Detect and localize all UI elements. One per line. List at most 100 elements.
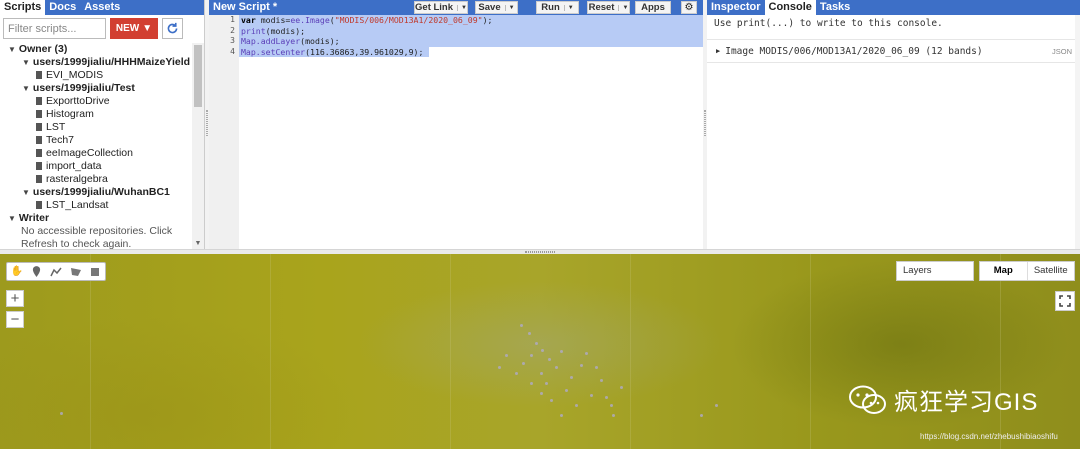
save-label: Save [478, 2, 501, 13]
json-link[interactable]: JSON [1052, 47, 1072, 56]
tree-file[interactable]: ExporttoDrive [0, 95, 192, 108]
hand-pan-icon[interactable]: ✋ [10, 265, 24, 279]
urban-pixel [515, 372, 518, 375]
fullscreen-icon [1059, 295, 1071, 307]
polygon-tool-icon[interactable] [69, 265, 83, 279]
tree-file-label: eeImageCollection [46, 147, 133, 159]
code-line-text: Map.setCenter(116.36863,39.961029,9); [241, 46, 424, 57]
tree-repo[interactable]: ▼ users/1999jialiu/HHHMaizeYield [0, 56, 192, 69]
line-tool-icon[interactable] [49, 265, 63, 279]
tree-file[interactable]: EVI_MODIS [0, 69, 192, 82]
scroll-down-arrow-icon[interactable]: ▼ [192, 240, 204, 247]
file-icon [36, 110, 42, 118]
console-output-row[interactable]: ▶ Image MODIS/006/MOD13A1/2020_06_09 (12… [707, 40, 1080, 62]
run-button[interactable]: Run ▼ [536, 1, 579, 14]
tab-inspector[interactable]: Inspector [707, 0, 765, 15]
line-number: 1 [230, 15, 235, 24]
urban-pixel [575, 404, 578, 407]
tree-file-label: EVI_MODIS [46, 69, 104, 81]
urban-pixel [548, 358, 551, 361]
code-editor-app: Scripts Docs Assets NEW ▼ ▼ Owner (3) [0, 0, 1080, 449]
editor-toolbar: New Script * Get Link ▼ Save ▼ Run ▼ Reset ▼… [209, 0, 703, 15]
expand-triangle-icon[interactable]: ▶ [716, 47, 720, 55]
code-line[interactable]: Map.addLayer(modis); [239, 36, 703, 47]
tree-writer[interactable]: ▼ Writer [0, 212, 192, 225]
marker-icon[interactable] [29, 265, 43, 279]
run-label: Run [541, 2, 560, 13]
tree-file-label: LST_Landsat [46, 199, 109, 211]
new-button[interactable]: NEW ▼ [110, 18, 158, 39]
urban-pixel [60, 412, 63, 415]
tree-writer-label: Writer [18, 212, 50, 224]
apps-label: Apps [641, 2, 665, 13]
tree-file[interactable]: Histogram [0, 108, 192, 121]
layers-button[interactable]: Layers [896, 261, 974, 281]
tab-assets[interactable]: Assets [80, 0, 124, 15]
dropdown-arrow-icon: ▼ [142, 23, 153, 34]
get-link-label: Get Link [415, 2, 454, 13]
code-line[interactable]: Map.setCenter(116.36863,39.961029,9); [239, 46, 429, 57]
urban-pixel [715, 404, 718, 407]
map-tile-seam [810, 254, 811, 449]
console-scrollbar[interactable] [1075, 15, 1080, 249]
line-number-gutter: 1 2 3 4 [209, 15, 239, 249]
line-number: 2 [230, 25, 235, 35]
map-type-satellite[interactable]: Satellite [1028, 262, 1075, 280]
scrollbar-thumb[interactable] [194, 45, 202, 107]
divider [707, 62, 1080, 63]
tree-repo[interactable]: ▼ users/1999jialiu/WuhanBC1 [0, 186, 192, 199]
tree-file[interactable]: rasteralgebra [0, 173, 192, 186]
scripts-panel: Scripts Docs Assets NEW ▼ ▼ Owner (3) [0, 0, 205, 249]
tree-owner[interactable]: ▼ Owner (3) [0, 43, 192, 56]
apps-button[interactable]: Apps [635, 1, 671, 14]
tab-console[interactable]: Console [764, 0, 816, 15]
zoom-in-button[interactable]: + [6, 290, 24, 307]
urban-pixel [565, 389, 568, 392]
map-type-map[interactable]: Map [980, 262, 1028, 280]
rectangle-tool-icon[interactable] [88, 265, 102, 279]
map-view[interactable]: ✋ + − Layers Map Satellite 疯狂学习GIS https… [0, 254, 1080, 449]
urban-pixel [550, 399, 553, 402]
tree-repo-label: users/1999jialiu/WuhanBC1 [32, 186, 170, 198]
script-title: New Script * [213, 1, 278, 13]
code-area[interactable]: var modis=ee.Image("MODIS/006/MOD13A1/20… [239, 15, 703, 249]
urban-pixel [605, 396, 608, 399]
code-line[interactable]: var modis=ee.Image("MODIS/006/MOD13A1/20… [239, 15, 703, 26]
tab-docs[interactable]: Docs [45, 0, 80, 15]
fullscreen-button[interactable] [1055, 291, 1075, 311]
tree-file-label: LST [46, 121, 66, 133]
scripts-scrollbar[interactable]: ▼ [192, 43, 204, 249]
watermark-text: 疯狂学习GIS [894, 389, 1039, 416]
code-line[interactable]: print(modis); [239, 25, 703, 36]
caret-down-icon: ▼ [22, 188, 30, 197]
tab-scripts[interactable]: Scripts [0, 0, 46, 15]
save-button[interactable]: Save ▼ [475, 1, 518, 14]
tree-owner-label: Owner (3) [18, 43, 68, 55]
filter-scripts-input[interactable] [3, 18, 106, 39]
tree-file[interactable]: eeImageCollection [0, 147, 192, 160]
tree-file[interactable]: Tech7 [0, 134, 192, 147]
get-link-button[interactable]: Get Link ▼ [414, 1, 468, 14]
tree-repo[interactable]: ▼ users/1999jialiu/Test [0, 82, 192, 95]
urban-pixel [585, 352, 588, 355]
code-line-text: Map.addLayer(modis); [241, 36, 340, 46]
zoom-out-button[interactable]: − [6, 311, 24, 328]
tree-file[interactable]: LST_Landsat [0, 199, 192, 212]
caret-down-icon: ▼ [8, 45, 16, 54]
splitter-grip [704, 110, 706, 136]
urban-pixel [700, 414, 703, 417]
tree-file[interactable]: import_data [0, 160, 192, 173]
tree-file[interactable]: LST [0, 121, 192, 134]
dropdown-arrow-icon: ▼ [504, 4, 515, 11]
refresh-button[interactable] [162, 18, 183, 39]
file-icon [36, 123, 42, 131]
settings-button[interactable]: ⚙ [681, 1, 697, 14]
reset-button[interactable]: Reset ▼ [587, 1, 630, 14]
map-tile-seam [450, 254, 451, 449]
splitter-grip [206, 110, 208, 136]
line-number: 4 [230, 46, 235, 56]
tab-tasks[interactable]: Tasks [816, 0, 854, 15]
map-tile-seam [90, 254, 91, 449]
urban-pixel [610, 404, 613, 407]
tree-repo-label: users/1999jialiu/HHHMaizeYield [32, 56, 191, 68]
